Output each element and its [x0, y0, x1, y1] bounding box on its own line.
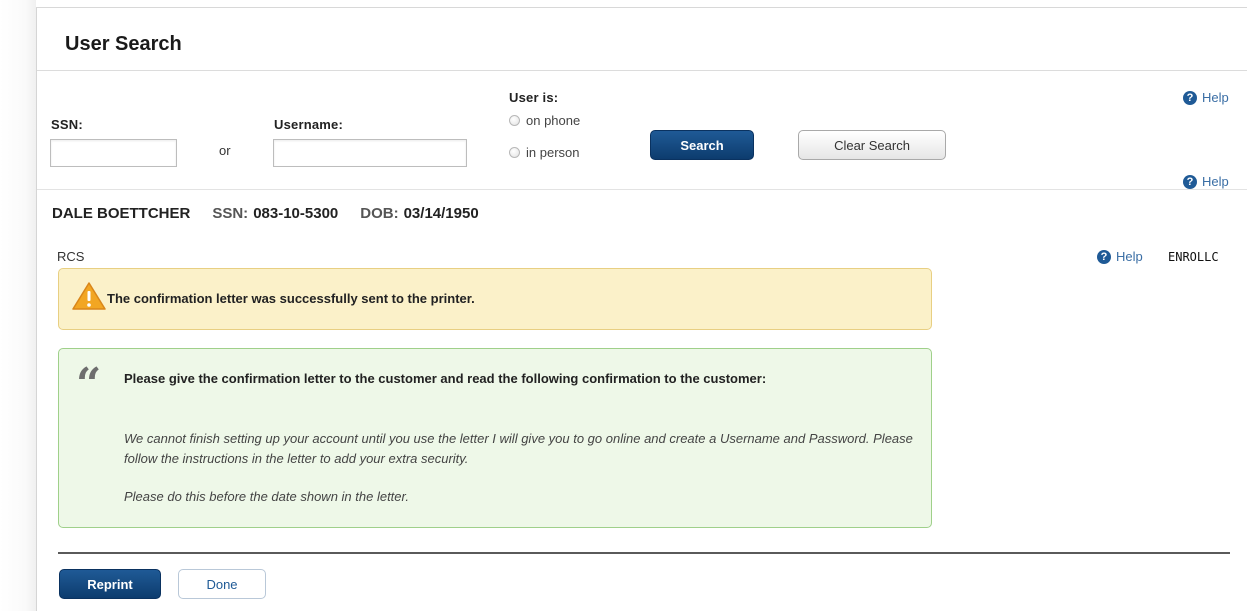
script-heading: Please give the confirmation letter to t… [124, 371, 767, 386]
help-icon: ? [1183, 174, 1197, 189]
help-icon: ? [1183, 90, 1197, 105]
search-button[interactable]: Search [650, 130, 754, 160]
radio-in-person[interactable]: in person [509, 145, 579, 160]
page-title: User Search [65, 33, 182, 55]
confirmation-script: “ Please give the confirmation letter to… [58, 348, 932, 528]
user-search-panel: User Search SSN: or Username: User is: o… [36, 7, 1247, 611]
radio-on-phone[interactable]: on phone [509, 113, 580, 128]
help-label: Help [1202, 174, 1229, 189]
user-name: DALE BOETTCHER [52, 205, 191, 222]
or-label: or [219, 143, 231, 158]
user-summary: DALE BOETTCHER SSN: 083-10-5300 DOB: 03/… [52, 205, 479, 222]
ssn-input[interactable] [50, 139, 177, 167]
ssn-key: SSN: [212, 205, 249, 222]
help-label: Help [1202, 90, 1229, 105]
screen-id: ENROLLC [1168, 250, 1219, 264]
quote-icon: “ [76, 359, 102, 410]
user-is-label: User is: [509, 90, 559, 105]
user-ssn: 083-10-5300 [253, 205, 339, 222]
script-body: We cannot finish setting up your account… [124, 431, 913, 466]
success-alert: The confirmation letter was successfully… [58, 268, 932, 330]
user-dob: 03/14/1950 [403, 205, 479, 222]
help-label: Help [1116, 249, 1143, 264]
script-closing: Please do this before the date shown in … [124, 489, 409, 504]
alert-message: The confirmation letter was successfully… [107, 291, 475, 306]
username-label: Username: [274, 117, 343, 132]
search-form: SSN: or Username: User is: on phone in p… [37, 71, 1247, 190]
username-input[interactable] [273, 139, 467, 167]
section-help-link[interactable]: ? Help [1097, 249, 1143, 264]
title-bar: User Search [37, 8, 1247, 71]
radio-icon[interactable] [509, 115, 520, 126]
page-gutter [0, 0, 36, 611]
reprint-button[interactable]: Reprint [59, 569, 161, 599]
radio-in-person-label: in person [526, 145, 580, 160]
section-code: RCS [57, 249, 85, 264]
radio-icon[interactable] [509, 147, 520, 158]
footer-divider [58, 552, 1230, 554]
radio-on-phone-label: on phone [526, 113, 581, 128]
clear-search-button[interactable]: Clear Search [798, 130, 946, 160]
dob-key: DOB: [360, 205, 399, 222]
ssn-label: SSN: [51, 117, 83, 132]
warning-icon [72, 282, 106, 310]
done-button[interactable]: Done [178, 569, 266, 599]
user-help-link[interactable]: ? Help [1183, 174, 1229, 189]
help-icon: ? [1097, 249, 1111, 264]
search-help-link[interactable]: ? Help [1183, 90, 1229, 105]
